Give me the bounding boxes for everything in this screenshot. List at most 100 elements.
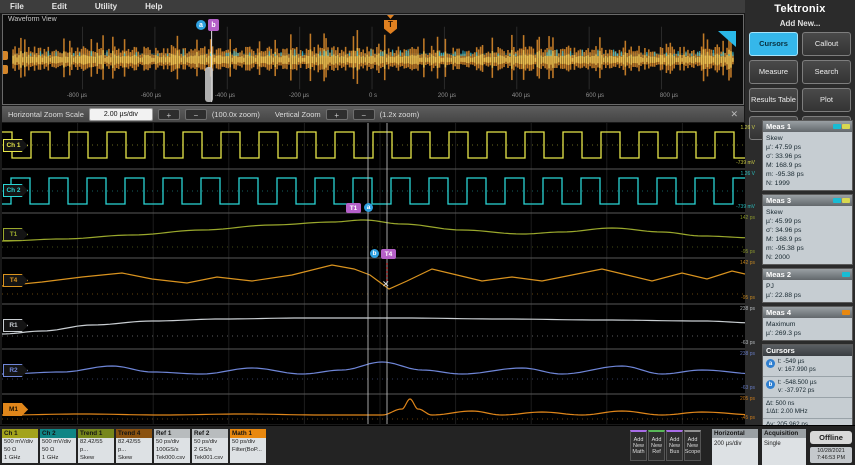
overview-time-label: 800 µs [659,93,679,99]
overview-title: Waveform View [8,16,57,23]
channel-1-badge[interactable]: Ch 1 500 mV/div 50 Ω1 GHz [2,429,38,463]
cursor-b-readout: b t: -548.500 µs v: -37.972 ps [763,377,852,398]
overview-time-label: 400 µs [511,93,531,99]
scale-readout: -45 ps [741,415,755,421]
offline-button[interactable]: Offline [810,431,852,444]
cursors-button[interactable]: Cursors [749,32,798,56]
meas-2-header[interactable]: Meas 2 [763,269,852,280]
search-button[interactable]: Search [802,60,851,84]
overview-time-label: -200 µs [288,93,310,99]
meas-3-body: Skew µ': 45.99 ps σ': 34.96 ps M: 168.9 ps… [766,209,804,261]
meas-3-panel[interactable]: Meas 3 Skew µ': 45.99 ps σ': 34.96 ps M: 1… [762,194,853,265]
waveform-overview-panel[interactable]: Waveform View a b T -800 µs -600 µs -400… [2,14,744,105]
callout-button[interactable]: Callout [802,32,851,56]
menu-edit[interactable]: Edit [52,2,67,11]
overview-cursor-b-badge[interactable]: b [208,19,219,31]
meas-2-panel[interactable]: Meas 2 PJ µ': 22.88 ps [762,268,853,303]
cursor-delta-t-readout: Δt: 500 ns 1/Δt: 2.00 MHz [763,398,852,419]
crosshair-marker[interactable]: ✕ [382,279,390,290]
scale-readout: 1.26 V [740,125,755,131]
channel-2-badge[interactable]: Ch 2 500 mV/div 50 Ω1 GHz [40,429,76,463]
overview-time-label: -600 µs [140,93,162,99]
overview-cursor-a-badge[interactable]: a [196,20,206,30]
meas-3-source-chips [832,198,850,203]
meas-2-source-chips [841,272,850,277]
add-new-scope-button[interactable]: Add New Scope [684,430,701,461]
horizontal-zoom-scale-input[interactable] [88,107,153,121]
meas-4-header[interactable]: Meas 4 [763,307,852,318]
cursor-b-badge[interactable]: b [370,249,379,258]
math-1-badge[interactable]: Math 1 50 ps/div Filter(BoP... [230,429,266,463]
cursor-t4-badge[interactable]: T4 [381,249,396,259]
cursor-b-icon: b [766,380,775,389]
horizontal-zoom-scale-label: Horizontal Zoom Scale [8,109,84,119]
meas-1-panel[interactable]: Meas 1 Skew µ': 47.59 ps σ': 33.96 ps M: 1… [762,120,853,191]
measure-button[interactable]: Measure [749,60,798,84]
add-new-bus-button[interactable]: Add New Bus [666,430,683,461]
trend-4-badge[interactable]: Trend 4 82.42/55 p...SkewMeas 3 [116,429,152,463]
close-zoom-toolbar-icon[interactable]: ✕ [730,109,738,120]
horizontal-zoom-factor: (100.0x zoom) [211,109,260,119]
scale-readout: -739 mV [736,204,755,210]
overview-time-label: 0 s [368,93,377,99]
bottom-settings-bar: Ch 1 500 mV/div 50 Ω1 GHz Ch 2 500 mV/div… [0,425,855,465]
scale-readout: -95 ps [741,295,755,301]
menu-help[interactable]: Help [145,2,162,11]
menu-utility[interactable]: Utility [95,2,117,11]
trend-1-badge[interactable]: Trend 1 82.42/55 p...SkewMeas 1 [78,429,114,463]
main-waveform-view[interactable]: Ch 1 Ch 2 T1 T4 R1 R2 M1 1.26 V -739 mV … [2,123,760,424]
cursor-a-badge[interactable]: a [364,203,373,212]
cursors-panel-header[interactable]: Cursors [763,345,852,356]
scale-readout: 142 ps [739,215,755,221]
menu-file[interactable]: File [10,2,24,11]
vertical-zoom-out-button[interactable]: − [352,108,375,120]
meas-1-header[interactable]: Meas 1 [763,121,852,132]
overview-time-label: 600 µs [585,93,605,99]
scale-readout: 238 ps [739,351,755,357]
add-new-math-button[interactable]: Add New Math [630,430,647,461]
zoom-toolbar: Horizontal Zoom Scale + − (100.0x zoom) … [2,106,744,122]
scale-readout: -63 ps [741,385,755,391]
date-text: 10/28/2021 [817,448,845,454]
scale-readout: -739 mV [736,160,755,166]
meas-4-panel[interactable]: Meas 4 Maximum µ': 269.3 ps [762,306,853,341]
vertical-zoom-factor: (1.2x zoom) [379,109,420,119]
scale-readout: 205 ps [739,396,755,402]
horizontal-badge[interactable]: Horizontal 200 µs/div [712,429,758,465]
horizontal-zoom-in-button[interactable]: + [157,108,180,120]
overview-time-label: 200 µs [437,93,457,99]
main-waveform-canvas [2,123,760,424]
results-panels-column: Meas 1 Skew µ': 47.59 ps σ': 33.96 ps M: 1… [762,120,853,440]
cursor-a-readout: a t: -549 µs v: 167.990 ps [763,356,852,377]
scale-readout: 238 ps [739,306,755,312]
meas-1-source-chips [832,124,850,129]
meas-4-source-chips [841,310,850,315]
channel-1-overview-tab[interactable] [3,51,8,60]
horizontal-zoom-out-button[interactable]: − [184,108,207,120]
acquisition-badge[interactable]: Acquisition Single [762,429,806,465]
meas-2-body: PJ µ': 22.88 ps [766,283,802,299]
add-new-ref-button[interactable]: Add New Ref [648,430,665,461]
brand-logo: Tektronix [774,3,826,15]
overview-waveform-canvas [12,20,734,103]
results-table-button[interactable]: Results Table [749,88,798,112]
scale-readout: 1.26 V [740,171,755,177]
vertical-zoom-in-button[interactable]: + [325,108,348,120]
meas-4-body: Maximum µ': 269.3 ps [766,321,802,337]
overview-time-label: -800 µs [66,93,88,99]
plot-button[interactable]: Plot [802,88,851,112]
scale-readout: -95 ps [741,249,755,255]
meas-1-body: Skew µ': 47.59 ps σ': 33.96 ps M: 168.9 ps… [766,135,804,187]
ref-2-badge[interactable]: Ref 2 50 ps/div 2 GS/s Tek001.csv [192,429,228,463]
datetime-display: 10/28/2021 7:46:53 PM [810,447,852,463]
cursor-t1-badge[interactable]: T1 [346,203,361,213]
cursor-a-icon: a [766,359,775,368]
oscilloscope-app: File Edit Utility Help Waveform View a b… [0,0,855,465]
meas-3-header[interactable]: Meas 3 [763,195,852,206]
vertical-zoom-label: Vertical Zoom [274,109,321,119]
time-text: 7:46:53 PM [816,455,846,461]
channel-2-overview-tab[interactable] [3,65,8,74]
ref-1-badge[interactable]: Ref 1 50 ps/div 100GS/s Tek000.csv [154,429,190,463]
add-new-header: Add New... [779,19,821,28]
overview-zoom-slider-handle[interactable] [205,67,213,102]
